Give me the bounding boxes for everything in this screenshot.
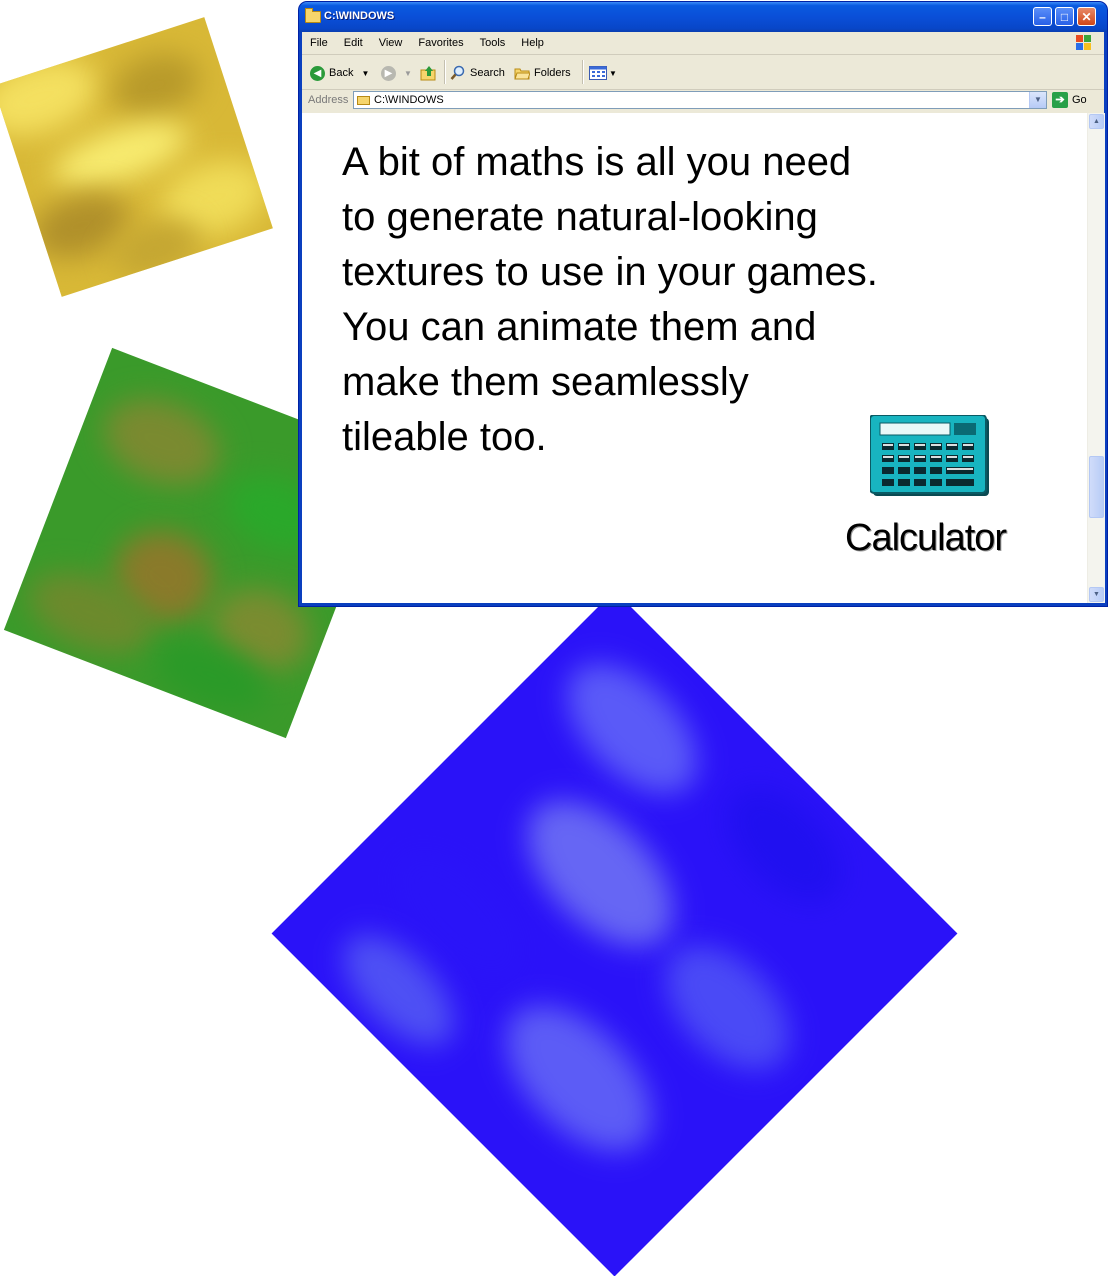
menu-help[interactable]: Help: [513, 32, 552, 54]
folders-label: Folders: [534, 67, 571, 79]
menu-bar: File Edit View Favorites Tools Help: [302, 32, 1104, 55]
forward-button[interactable]: ▶ ▼: [381, 64, 412, 82]
calculator-icon[interactable]: [870, 415, 990, 497]
toolbar-separator: [582, 60, 584, 84]
views-grid-icon: [589, 66, 607, 80]
address-value: C:\WINDOWS: [374, 94, 444, 106]
menu-view[interactable]: View: [371, 32, 411, 54]
calculator-label[interactable]: Calculator: [845, 517, 1007, 560]
back-arrow-icon: ◀: [310, 65, 325, 81]
address-label: Address: [308, 94, 349, 106]
minimize-button[interactable]: –: [1033, 7, 1052, 26]
up-folder-button[interactable]: [420, 64, 438, 82]
yellow-texture: [0, 17, 273, 297]
explorer-window: C:\WINDOWS – □ ✕ File Edit View Favorite…: [299, 2, 1107, 606]
search-icon: [450, 65, 465, 80]
menu-favorites[interactable]: Favorites: [410, 32, 471, 54]
vertical-scrollbar[interactable]: ▲ ▼: [1087, 113, 1105, 603]
forward-arrow-icon: ▶: [381, 65, 396, 81]
window-client: File Edit View Favorites Tools Help ◀ Ba…: [302, 32, 1105, 603]
go-button[interactable]: ➔ Go: [1052, 91, 1087, 109]
scroll-thumb[interactable]: [1089, 456, 1104, 518]
toolbar: ◀ Back ▼ ▶ ▼ Search Folders ▼: [302, 55, 1104, 90]
back-label: Back: [329, 67, 354, 79]
back-button[interactable]: ◀ Back ▼: [310, 64, 369, 82]
menu-file[interactable]: File: [302, 32, 336, 54]
search-label: Search: [470, 67, 505, 79]
address-bar: Address C:\WINDOWS ▼ ➔ Go: [302, 90, 1104, 112]
toolbar-separator: [444, 60, 446, 84]
go-label: Go: [1072, 94, 1087, 106]
maximize-button[interactable]: □: [1055, 7, 1074, 26]
menu-edit[interactable]: Edit: [336, 32, 371, 54]
title-bar[interactable]: C:\WINDOWS – □ ✕: [299, 2, 1107, 32]
folder-icon: [357, 96, 370, 105]
close-button[interactable]: ✕: [1077, 7, 1096, 26]
go-arrow-icon: ➔: [1052, 92, 1068, 108]
folders-button[interactable]: Folders: [514, 64, 571, 82]
folder-icon: [305, 8, 321, 23]
windows-logo-icon: [1076, 35, 1092, 51]
scroll-down-button[interactable]: ▼: [1089, 587, 1104, 602]
views-button[interactable]: ▼: [589, 64, 617, 82]
chevron-down-icon: ▼: [404, 68, 412, 78]
folders-icon: [514, 68, 530, 80]
chevron-down-icon: ▼: [361, 68, 370, 78]
address-input[interactable]: C:\WINDOWS ▼: [353, 91, 1047, 109]
window-title: C:\WINDOWS: [324, 10, 395, 22]
search-button[interactable]: Search: [450, 64, 505, 82]
up-folder-icon: [420, 66, 436, 81]
scroll-up-button[interactable]: ▲: [1089, 114, 1104, 129]
menu-tools[interactable]: Tools: [472, 32, 514, 54]
folder-content-area: A bit of maths is all you need to genera…: [302, 113, 1087, 603]
overlay-text: A bit of maths is all you need to genera…: [342, 140, 878, 459]
address-dropdown-button[interactable]: ▼: [1029, 92, 1046, 108]
chevron-down-icon: ▼: [609, 68, 617, 78]
blue-texture: [271, 590, 958, 1276]
